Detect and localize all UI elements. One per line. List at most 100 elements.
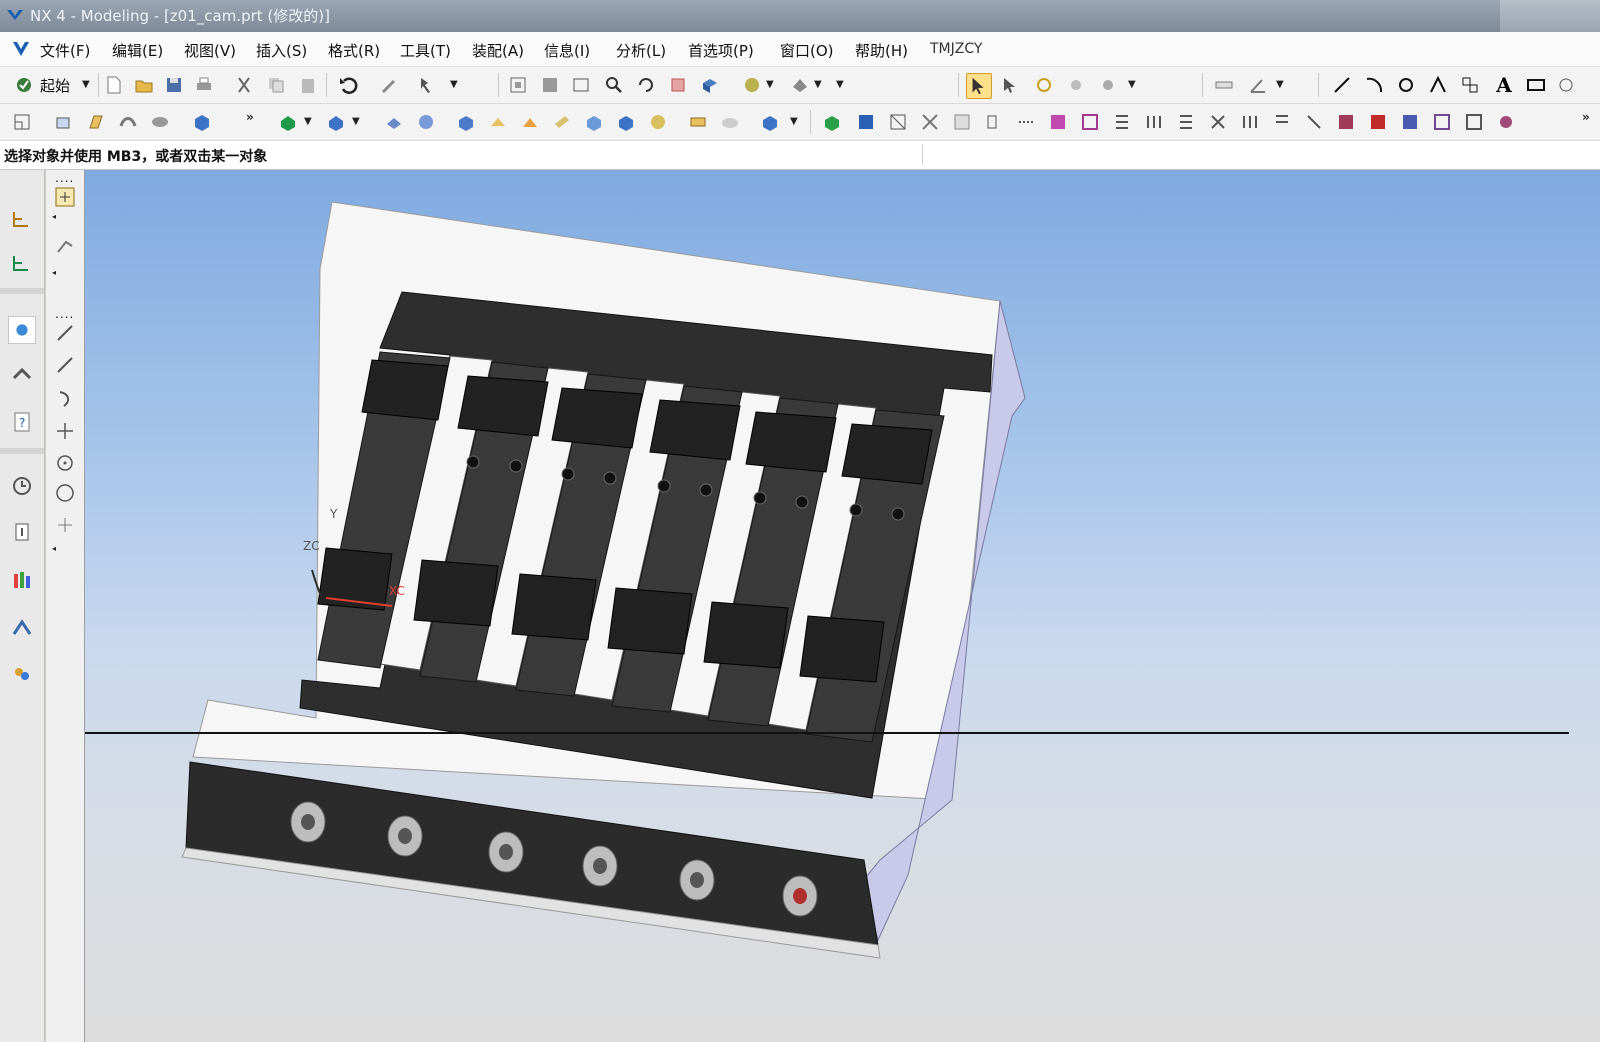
measure-distance-icon[interactable]: [1214, 75, 1234, 95]
render-style-icon[interactable]: [790, 75, 810, 95]
snap-point-icon[interactable]: [1034, 75, 1054, 95]
more-tools-icon[interactable]: [1556, 75, 1576, 95]
block-icon[interactable]: [192, 112, 212, 132]
menu-edit[interactable]: 编辑(E): [112, 40, 163, 61]
assembly-navigator-icon[interactable]: [822, 112, 842, 132]
extrude-icon[interactable]: [54, 112, 74, 132]
window-controls[interactable]: [1500, 0, 1600, 32]
finish-sketch-icon[interactable]: [54, 236, 76, 258]
line-icon[interactable]: [1332, 75, 1352, 95]
rotate-icon[interactable]: [636, 75, 656, 95]
instance-dropdown-icon[interactable]: ▼: [790, 116, 798, 127]
roles-tab-icon[interactable]: [8, 566, 36, 594]
circle-icon[interactable]: [1396, 75, 1416, 95]
menu-file[interactable]: 文件(F): [40, 40, 90, 61]
view-orientation-icon[interactable]: [700, 75, 720, 95]
zoom-window-icon[interactable]: [540, 75, 560, 95]
reference-set-icon[interactable]: [952, 112, 972, 132]
magnify-icon[interactable]: [604, 75, 624, 95]
shading-dropdown-icon[interactable]: ▼: [766, 79, 774, 90]
assembly-navigator-tab-icon[interactable]: [8, 206, 36, 234]
fillet-icon[interactable]: [1428, 75, 1448, 95]
hole-icon[interactable]: [456, 112, 476, 132]
pocket-icon[interactable]: [520, 112, 540, 132]
profile-icon[interactable]: [54, 322, 76, 344]
mold-tool-icon[interactable]: [1496, 112, 1516, 132]
new-file-icon[interactable]: [104, 75, 124, 95]
groove-icon[interactable]: [616, 112, 636, 132]
mold-tool-icon[interactable]: [1144, 112, 1164, 132]
start-icon[interactable]: [14, 75, 34, 95]
start-button[interactable]: 起始: [40, 75, 70, 96]
sweep-icon[interactable]: [118, 112, 138, 132]
copy-icon[interactable]: [266, 75, 286, 95]
part-navigator-tab-icon[interactable]: [8, 250, 36, 278]
edit-object-icon[interactable]: [418, 75, 438, 95]
rectangle-icon[interactable]: [1526, 75, 1546, 95]
menu-info[interactable]: 信息(I): [544, 40, 590, 61]
sketch-fillet-icon[interactable]: [54, 514, 76, 536]
mold-tool-icon[interactable]: [1176, 112, 1196, 132]
toolbar-scroll-icon[interactable]: ◂: [52, 544, 56, 553]
boss-icon[interactable]: [488, 112, 508, 132]
start-dropdown-icon[interactable]: ▼: [82, 79, 90, 90]
mold-tool-icon[interactable]: [1304, 112, 1324, 132]
selection-filter-icon[interactable]: [966, 73, 992, 99]
paste-icon[interactable]: [298, 75, 318, 95]
mold-tool-icon[interactable]: [1208, 112, 1228, 132]
constraint-icon[interactable]: [1460, 75, 1480, 95]
menu-tools[interactable]: 工具(T): [400, 40, 451, 61]
render-style-dropdown-icon[interactable]: ▼: [814, 79, 822, 90]
menu-view[interactable]: 视图(V): [184, 40, 236, 61]
toolbar-overflow-icon[interactable]: »: [246, 110, 254, 124]
help-tab-icon[interactable]: ?: [8, 408, 36, 436]
mold-tool-icon[interactable]: [1432, 112, 1452, 132]
mold-tool-icon[interactable]: [1240, 112, 1260, 132]
save-icon[interactable]: [164, 75, 184, 95]
snap-dropdown-icon[interactable]: ▼: [1128, 79, 1136, 90]
pad-icon[interactable]: [552, 112, 572, 132]
shading-icon[interactable]: [742, 75, 762, 95]
toolbar-overflow-icon[interactable]: »: [1582, 110, 1590, 124]
sketch-circle-icon[interactable]: [54, 482, 76, 504]
chamfer-icon[interactable]: [416, 112, 436, 132]
print-icon[interactable]: [194, 75, 214, 95]
snap-mid-icon[interactable]: [1098, 75, 1118, 95]
snap-end-icon[interactable]: [1066, 75, 1086, 95]
menu-preferences[interactable]: 首选项(P): [688, 40, 754, 61]
unite-icon[interactable]: [278, 112, 298, 132]
wave-link-icon[interactable]: [1016, 112, 1036, 132]
toolbar-grip-icon[interactable]: ....: [55, 172, 74, 184]
menu-assembly[interactable]: 装配(A): [472, 40, 524, 61]
sketch-point-icon[interactable]: [54, 420, 76, 442]
measure-dropdown-icon[interactable]: ▼: [1276, 79, 1284, 90]
mold-tool-icon[interactable]: [1080, 112, 1100, 132]
repeat-command-icon[interactable]: [378, 75, 398, 95]
sketch-icon[interactable]: [12, 112, 32, 132]
edit-dropdown-icon[interactable]: ▼: [450, 79, 458, 90]
mold-tool-icon[interactable]: [1464, 112, 1484, 132]
nx-app-menu-icon[interactable]: [10, 38, 32, 60]
system-materials-tab-icon[interactable]: [8, 518, 36, 546]
web-browser-tab-icon[interactable]: [8, 362, 36, 390]
mate-component-icon[interactable]: [888, 112, 908, 132]
mold-tool-icon[interactable]: [1112, 112, 1132, 132]
reposition-icon[interactable]: [920, 112, 940, 132]
open-folder-icon[interactable]: [134, 75, 154, 95]
sketch-line-icon[interactable]: [54, 354, 76, 376]
menu-help[interactable]: 帮助(H): [855, 40, 908, 61]
revolve-icon[interactable]: [86, 112, 106, 132]
menu-format[interactable]: 格式(R): [328, 40, 380, 61]
sketch-circle-center-icon[interactable]: [54, 452, 76, 474]
sketch-plane-icon[interactable]: [54, 186, 76, 208]
menu-analysis[interactable]: 分析(L): [616, 40, 666, 61]
mold-tool-icon[interactable]: [1368, 112, 1388, 132]
process-studio-tab-icon[interactable]: [8, 614, 36, 642]
select-face-icon[interactable]: [1000, 75, 1020, 95]
fit-view-icon[interactable]: [508, 75, 528, 95]
mold-tool-icon[interactable]: [1272, 112, 1292, 132]
subtract-dropdown-icon[interactable]: ▼: [352, 116, 360, 127]
undo-icon[interactable]: [338, 75, 358, 95]
explode-icon[interactable]: [984, 112, 1004, 132]
view-toolbar-dropdown-icon[interactable]: ▼: [836, 79, 844, 90]
